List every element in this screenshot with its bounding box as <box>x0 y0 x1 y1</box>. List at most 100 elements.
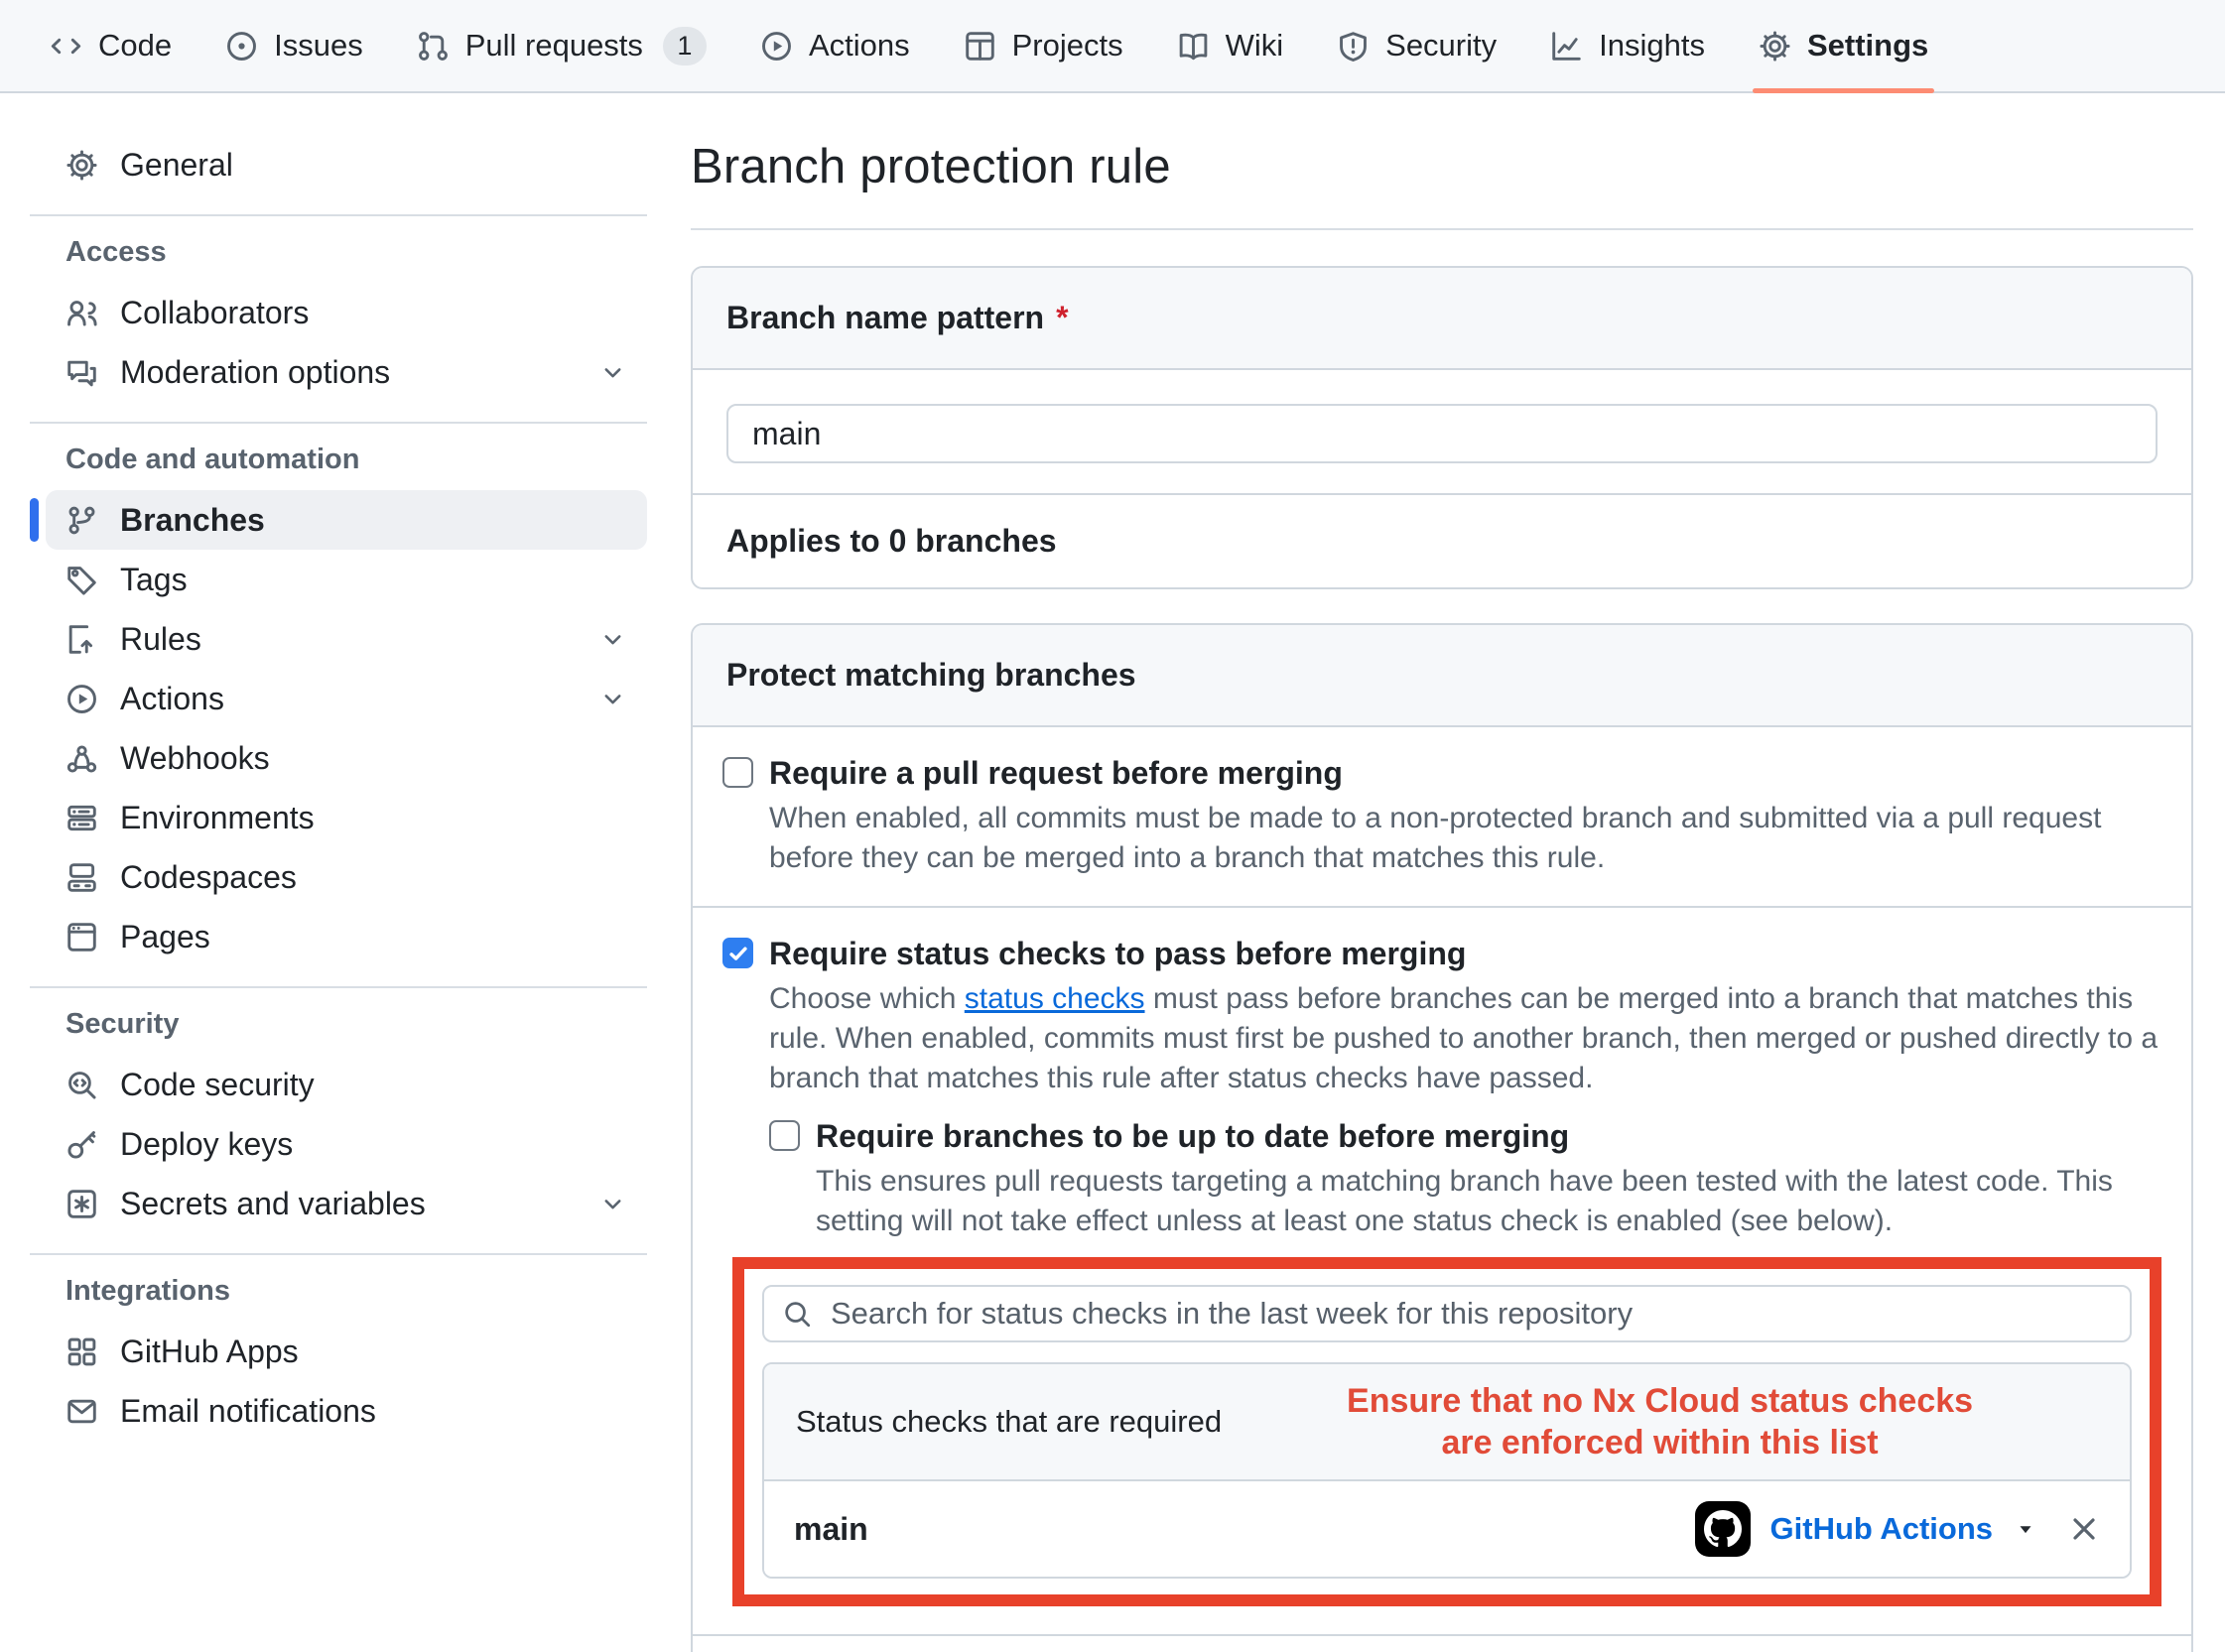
tab-actions[interactable]: Actions <box>740 0 930 91</box>
sidebar-divider <box>30 214 647 216</box>
git-pull-request-icon <box>417 30 450 63</box>
sidebar-item-branches[interactable]: Branches <box>46 490 647 550</box>
git-branch-icon <box>65 504 98 537</box>
tab-settings[interactable]: Settings <box>1739 0 1948 91</box>
tab-code[interactable]: Code <box>30 0 192 91</box>
require-status-checks-checkbox[interactable] <box>722 938 753 968</box>
require-pr-row: Require a pull request before merging Wh… <box>693 727 2191 906</box>
branch-name-pattern-label: Branch name pattern <box>726 300 1044 335</box>
tab-label: Wiki <box>1226 28 1284 64</box>
require-pr-label[interactable]: Require a pull request before merging <box>769 753 1343 793</box>
tab-label: Pull requests <box>465 28 643 64</box>
tab-label: Actions <box>809 28 910 64</box>
remove-status-check-icon[interactable] <box>2068 1513 2100 1545</box>
comment-discussion-icon <box>65 356 98 389</box>
chevron-down-icon <box>598 625 627 654</box>
tab-wiki[interactable]: Wiki <box>1157 0 1304 91</box>
sidebar-item-email-notifications[interactable]: Email notifications <box>46 1381 647 1441</box>
status-checks-search-input[interactable] <box>829 1295 2112 1333</box>
sidebar-item-environments[interactable]: Environments <box>46 788 647 847</box>
sidebar-item-github-apps[interactable]: GitHub Apps <box>46 1322 647 1381</box>
tab-label: Security <box>1385 28 1497 64</box>
sidebar-section-security: Security <box>65 1008 647 1041</box>
sidebar-item-webhooks[interactable]: Webhooks <box>46 728 647 788</box>
require-up-to-date-checkbox[interactable] <box>769 1120 800 1151</box>
webhook-icon <box>65 742 98 775</box>
issue-opened-icon <box>225 30 258 63</box>
require-pr-checkbox[interactable] <box>722 757 753 788</box>
chevron-down-icon <box>598 1190 627 1218</box>
description-text: Choose which <box>769 982 965 1015</box>
tab-label: Issues <box>274 28 363 64</box>
status-checks-search-field <box>762 1285 2132 1342</box>
people-icon <box>65 297 98 329</box>
sidebar-item-general[interactable]: General <box>46 135 647 194</box>
status-checks-link[interactable]: status checks <box>965 982 1145 1015</box>
sidebar-item-label: Webhooks <box>120 740 270 777</box>
tab-label: Insights <box>1599 28 1705 64</box>
status-check-row: main GitHub Actions <box>764 1481 2130 1577</box>
sidebar-item-codespaces[interactable]: Codespaces <box>46 847 647 907</box>
applies-to-branches-text: Applies to 0 branches <box>693 493 2191 587</box>
main-content: Branch protection rule Branch name patte… <box>655 93 2225 1652</box>
github-actions-link[interactable]: GitHub Actions <box>1770 1511 1993 1547</box>
tab-insights[interactable]: Insights <box>1530 0 1725 91</box>
apps-grid-icon <box>65 1335 98 1368</box>
repo-tab-bar: Code Issues Pull requests 1 Actions Proj… <box>0 0 2225 93</box>
sidebar-item-label: Branches <box>120 502 265 539</box>
sidebar-item-deploy-keys[interactable]: Deploy keys <box>46 1114 647 1174</box>
caret-down-icon[interactable] <box>2013 1518 2036 1540</box>
settings-sidebar: General Access Collaborators Moderation … <box>0 93 655 1441</box>
sidebar-item-code-security[interactable]: Code security <box>46 1055 647 1114</box>
sidebar-item-collaborators[interactable]: Collaborators <box>46 283 647 342</box>
tab-security[interactable]: Security <box>1317 0 1516 91</box>
sidebar-item-label: Moderation options <box>120 354 390 391</box>
tab-projects[interactable]: Projects <box>944 0 1143 91</box>
sidebar-item-label: GitHub Apps <box>120 1334 299 1370</box>
annotation-highlight-box: Status checks that are required Ensure t… <box>732 1257 2161 1606</box>
code-icon <box>50 30 82 63</box>
sidebar-item-label: Secrets and variables <box>120 1186 426 1222</box>
github-logo-icon <box>1695 1501 1751 1557</box>
sidebar-item-label: General <box>120 147 233 184</box>
sidebar-item-label: Deploy keys <box>120 1126 293 1163</box>
sidebar-item-label: Tags <box>120 562 188 598</box>
shield-icon <box>1337 30 1370 63</box>
sidebar-item-label: Actions <box>120 681 224 717</box>
protect-matching-branches-card: Protect matching branches Require a pull… <box>691 623 2193 1652</box>
mail-icon <box>65 1395 98 1428</box>
sidebar-item-label: Email notifications <box>120 1393 376 1430</box>
require-status-checks-row: Require status checks to pass before mer… <box>693 906 2191 1634</box>
sidebar-item-moderation-options[interactable]: Moderation options <box>46 342 647 402</box>
require-up-to-date-label[interactable]: Require branches to be up to date before… <box>816 1116 1569 1156</box>
rules-icon <box>65 623 98 656</box>
sidebar-section-code-automation: Code and automation <box>65 444 647 476</box>
require-status-checks-description: Choose which status checks must pass bef… <box>769 979 2161 1098</box>
required-status-checks-box: Status checks that are required Ensure t… <box>762 1362 2132 1579</box>
sidebar-item-pages[interactable]: Pages <box>46 907 647 966</box>
sidebar-item-actions[interactable]: Actions <box>46 669 647 728</box>
chevron-down-icon <box>598 685 627 713</box>
sidebar-item-label: Environments <box>120 800 315 836</box>
annotation-text: Ensure that no Nx Cloud status checks ar… <box>1222 1380 2098 1463</box>
sidebar-item-label: Pages <box>120 919 210 955</box>
sidebar-item-secrets-variables[interactable]: Secrets and variables <box>46 1174 647 1233</box>
table-icon <box>964 30 996 63</box>
require-pr-description: When enabled, all commits must be made t… <box>769 799 2161 878</box>
page-title: Branch protection rule <box>691 139 2193 194</box>
codescan-icon <box>65 1069 98 1101</box>
annotation-line-2: are enforced within this list <box>1222 1422 2098 1463</box>
sidebar-item-label: Rules <box>120 621 201 658</box>
server-icon <box>65 802 98 834</box>
status-check-name: main <box>794 1511 868 1548</box>
tab-issues[interactable]: Issues <box>205 0 383 91</box>
branch-name-pattern-input[interactable] <box>726 404 2158 463</box>
required-status-checks-header: Status checks that are required Ensure t… <box>764 1364 2130 1481</box>
sidebar-item-rules[interactable]: Rules <box>46 609 647 669</box>
tab-pull-requests[interactable]: Pull requests 1 <box>397 0 726 91</box>
sidebar-item-tags[interactable]: Tags <box>46 550 647 609</box>
codespaces-icon <box>65 861 98 894</box>
key-icon <box>65 1128 98 1161</box>
require-status-checks-label[interactable]: Require status checks to pass before mer… <box>769 934 1466 973</box>
next-row-cutoff <box>693 1634 2191 1652</box>
